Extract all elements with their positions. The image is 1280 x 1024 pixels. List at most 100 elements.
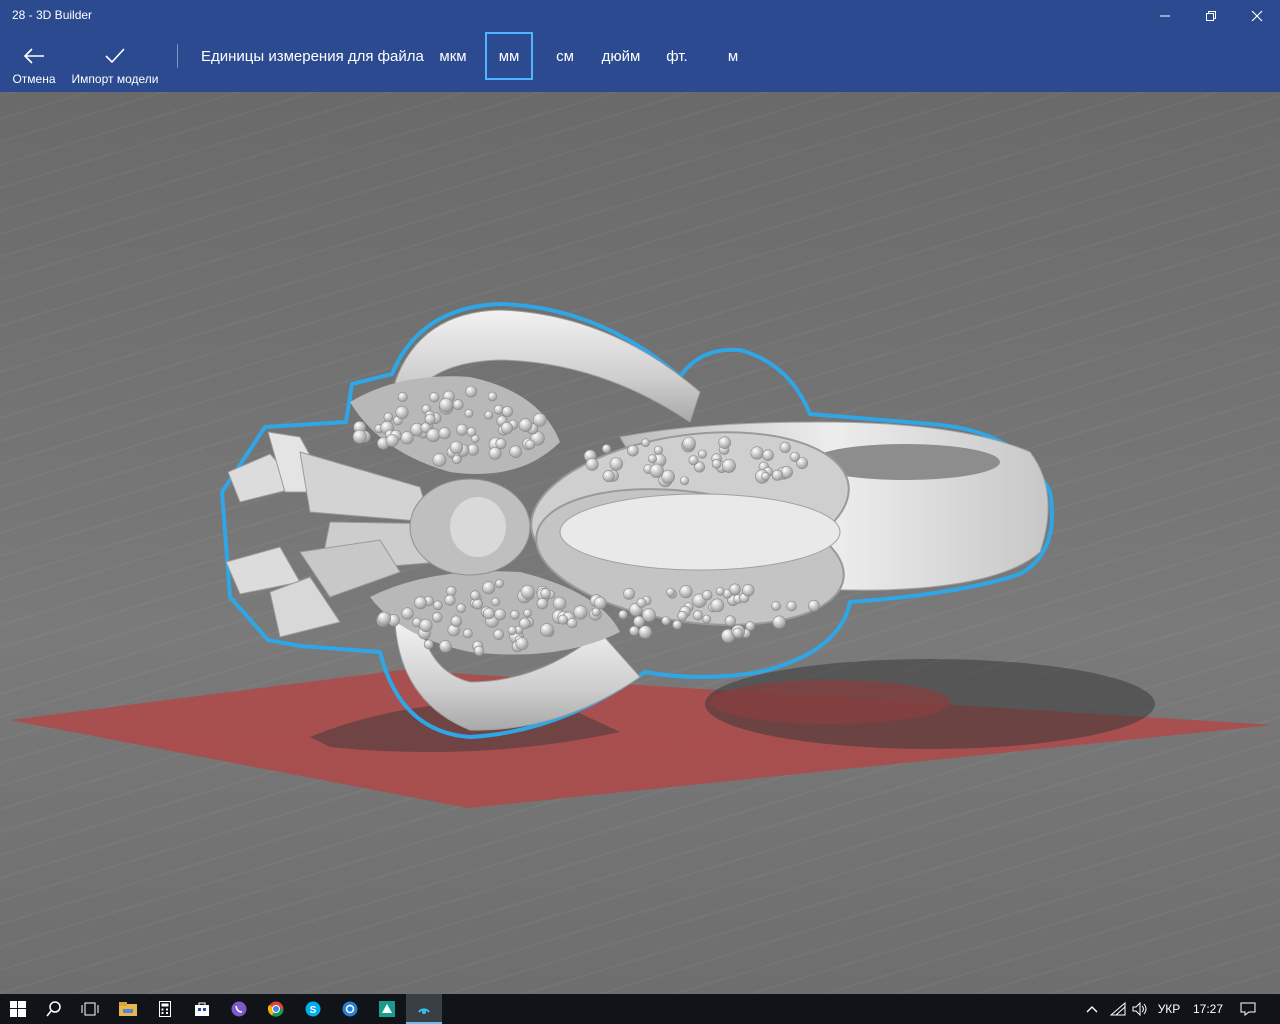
import-model-button[interactable]: Импорт модели xyxy=(66,32,164,92)
bead xyxy=(566,617,578,629)
bead xyxy=(452,399,464,411)
input-language[interactable]: УКР xyxy=(1152,994,1186,1024)
show-hidden-icons-button[interactable] xyxy=(1082,994,1102,1024)
bead xyxy=(449,440,464,455)
bead xyxy=(439,640,452,653)
bead xyxy=(466,426,477,437)
bead xyxy=(494,608,506,621)
bead xyxy=(710,598,725,613)
bead xyxy=(465,385,477,398)
bead xyxy=(433,600,443,611)
bead xyxy=(593,596,607,610)
viber-icon[interactable] xyxy=(221,994,257,1024)
bead xyxy=(557,614,568,625)
bead xyxy=(672,619,682,630)
file-explorer-icon[interactable] xyxy=(110,994,146,1024)
bead xyxy=(452,454,462,465)
bead xyxy=(591,607,601,617)
bead xyxy=(641,438,650,448)
bead xyxy=(491,597,501,607)
bead xyxy=(585,457,599,471)
bead xyxy=(395,405,409,420)
unit-meter-button[interactable]: м xyxy=(722,32,744,80)
bead xyxy=(697,449,707,459)
bead xyxy=(701,590,713,601)
bead xyxy=(729,583,741,596)
toolbar-divider xyxy=(177,44,178,68)
unit-centimeter-button[interactable]: см xyxy=(549,32,581,80)
3d-builder-icon[interactable] xyxy=(406,994,442,1024)
bead xyxy=(808,599,820,612)
bead xyxy=(473,645,485,656)
restore-button[interactable] xyxy=(1188,0,1234,32)
browser-icon[interactable] xyxy=(332,994,368,1024)
start-icon[interactable] xyxy=(0,994,36,1024)
3d-viewport[interactable] xyxy=(0,92,1280,994)
bead xyxy=(536,597,548,610)
restore-icon xyxy=(1206,11,1216,21)
bead xyxy=(456,603,466,614)
unit-inch-button[interactable]: дюйм xyxy=(595,32,647,80)
action-center-icon[interactable] xyxy=(1236,994,1260,1024)
bead xyxy=(397,391,408,402)
bead xyxy=(715,586,725,596)
scene-canvas[interactable] xyxy=(0,92,1280,994)
unit-micrometer-button[interactable]: мкм xyxy=(433,32,473,80)
network-icon[interactable] xyxy=(1108,994,1128,1024)
bead xyxy=(495,438,507,450)
bead xyxy=(525,439,536,450)
unit-foot-button[interactable]: фт. xyxy=(662,32,692,80)
bead xyxy=(745,621,756,631)
chrome-icon[interactable] xyxy=(258,994,294,1024)
bead xyxy=(623,587,635,600)
bead xyxy=(627,444,639,457)
bead xyxy=(501,406,514,418)
bead xyxy=(642,608,656,622)
search-icon[interactable] xyxy=(36,994,72,1024)
checkmark-icon xyxy=(104,44,126,68)
calculator-icon[interactable] xyxy=(147,994,183,1024)
bead xyxy=(573,605,588,620)
bead xyxy=(761,471,770,481)
clock[interactable]: 17:27 xyxy=(1188,994,1228,1024)
minimize-button[interactable] xyxy=(1142,0,1188,32)
bead xyxy=(789,451,800,462)
bead xyxy=(540,623,554,637)
bead xyxy=(692,610,704,621)
bead xyxy=(601,444,612,454)
taskbar: S УКР 17:27 xyxy=(0,994,1280,1024)
bead xyxy=(649,463,664,478)
bead xyxy=(540,588,551,599)
skype-icon[interactable]: S xyxy=(295,994,331,1024)
task-view-icon[interactable] xyxy=(72,994,108,1024)
bead xyxy=(688,455,699,466)
bead xyxy=(721,458,736,473)
close-button[interactable] xyxy=(1234,0,1280,32)
bead xyxy=(742,584,755,597)
bead xyxy=(732,627,743,638)
store-icon[interactable] xyxy=(184,994,220,1024)
bead xyxy=(509,445,522,459)
app-icon[interactable] xyxy=(369,994,405,1024)
bead xyxy=(647,454,657,464)
bead xyxy=(487,391,498,402)
bead xyxy=(429,392,440,403)
bead xyxy=(702,614,712,624)
bead xyxy=(771,601,781,611)
cancel-button[interactable]: Отмена xyxy=(8,32,60,92)
bead xyxy=(444,594,456,606)
bead xyxy=(488,446,502,460)
bead xyxy=(518,418,533,432)
unit-millimeter-button[interactable]: мм xyxy=(485,32,533,80)
bead xyxy=(484,410,494,420)
bead xyxy=(629,625,640,636)
bead xyxy=(507,625,517,636)
bead xyxy=(482,581,496,595)
bead xyxy=(446,586,457,597)
bead xyxy=(424,413,436,425)
bead xyxy=(432,612,443,623)
bead xyxy=(772,615,786,629)
units-label: Единицы измерения для файла xyxy=(201,48,424,65)
bead xyxy=(677,610,688,622)
volume-icon[interactable] xyxy=(1130,994,1150,1024)
